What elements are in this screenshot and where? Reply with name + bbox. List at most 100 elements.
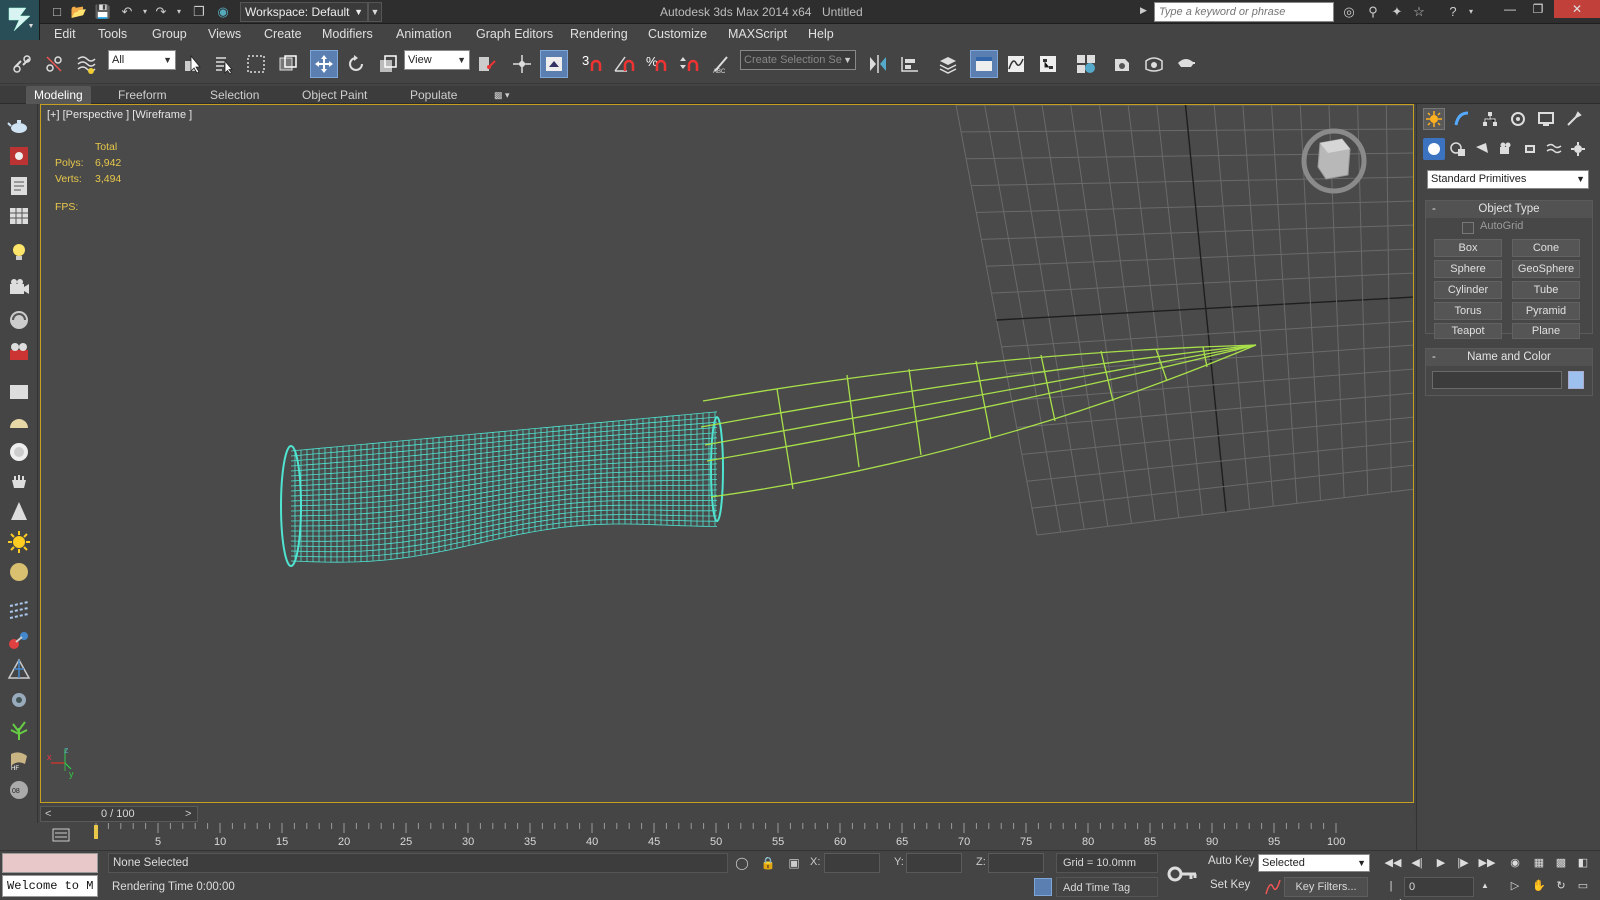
object-color-swatch[interactable] (1568, 371, 1584, 389)
track-bar[interactable]: 5 10 15 20 25 30 35 40 45 50 55 60 65 70 75 80 85 90 95 100 (0, 823, 1416, 850)
torus-button[interactable]: Torus (1434, 302, 1502, 320)
previous-frame-button[interactable]: < (45, 808, 51, 820)
favorites-star-icon[interactable]: ☆ (1410, 3, 1428, 21)
frame-spinner-icon[interactable]: ▲▼ (1476, 877, 1494, 900)
cone-button[interactable]: Cone (1512, 239, 1580, 257)
cylinder-button[interactable]: Cylinder (1434, 281, 1502, 299)
key-mode-dropdown[interactable]: Selected ▼ (1258, 854, 1370, 872)
viewcube-icon[interactable] (1301, 128, 1367, 194)
sun-icon[interactable] (7, 530, 31, 554)
maximize-toggle-icon[interactable]: ▭ (1574, 877, 1592, 895)
minimize-button[interactable]: — (1496, 0, 1524, 18)
open-file-icon[interactable]: 📂 (70, 3, 88, 21)
systems-category-icon[interactable] (1567, 138, 1589, 160)
camera-icon[interactable] (7, 276, 31, 300)
hair-fur-icon[interactable]: HF (7, 748, 31, 772)
snaps-toggle-icon[interactable]: 3 (578, 50, 606, 78)
sphere-primitive-icon[interactable] (7, 440, 31, 464)
absolute-relative-mode-icon[interactable]: ▣ (786, 855, 802, 871)
spinner-snap-icon[interactable] (674, 50, 702, 78)
name-and-color-rollout-header[interactable]: - Name and Color (1426, 349, 1592, 366)
set-key-button[interactable]: Set Key (1210, 879, 1250, 891)
zoom-extents-icon[interactable]: ▩ (1552, 854, 1570, 872)
workspace-icon[interactable]: ◉ (214, 3, 232, 21)
space-warps-category-icon[interactable] (1543, 138, 1565, 160)
create-panel-icon[interactable] (1423, 108, 1445, 130)
render-setup-icon[interactable] (1108, 50, 1136, 78)
named-selection-dropdown[interactable]: Create Selection Se ▼ (740, 50, 856, 70)
current-frame-field[interactable]: 0 (1404, 877, 1474, 897)
reference-coordinate-dropdown[interactable]: View ▼ (404, 50, 470, 70)
set-keys-key-icon[interactable] (1166, 857, 1200, 891)
help-icon[interactable]: ? (1444, 3, 1462, 21)
quick-access-customize-button[interactable]: ▼ (368, 2, 382, 22)
subscription-center-icon[interactable]: ⚲ (1364, 3, 1382, 21)
redo-dropdown-icon[interactable]: ▾ (170, 3, 188, 21)
application-menu-button[interactable] (0, 0, 40, 40)
plane-button[interactable]: Plane (1512, 323, 1580, 339)
angle-snap-icon[interactable] (610, 50, 638, 78)
helper-grid-icon[interactable] (7, 658, 31, 682)
manipulate-icon[interactable] (508, 50, 536, 78)
communication-center-icon[interactable]: ✦ (1388, 3, 1406, 21)
particle-flow-icon[interactable] (7, 598, 31, 622)
table-icon[interactable] (7, 204, 31, 228)
select-and-scale-icon[interactable] (374, 50, 402, 78)
maximize-viewport-icon[interactable]: ◧ (1574, 854, 1592, 872)
next-frame-button[interactable]: > (185, 808, 191, 820)
viewport-label-menu[interactable]: [+] [Perspective ] [Wireframe ] (47, 109, 192, 121)
scatter-icon[interactable]: 08 (7, 778, 31, 802)
key-mode-toggle-icon[interactable]: |◀▶| (1382, 877, 1402, 900)
selection-lock-icon[interactable]: 🔒 (760, 855, 776, 871)
menu-group[interactable]: Group (152, 27, 187, 41)
default-in-out-tangent-icon[interactable] (1264, 878, 1282, 896)
pyramid-button[interactable]: Pyramid (1512, 302, 1580, 320)
sphere-button[interactable]: Sphere (1434, 260, 1502, 278)
help-dropdown-icon[interactable]: ▾ (1462, 3, 1480, 21)
select-object-icon[interactable] (178, 50, 206, 78)
binoculars-icon[interactable]: ◎ (1340, 3, 1358, 21)
key-filters-button[interactable]: Key Filters... (1284, 877, 1368, 897)
shapes-category-icon[interactable] (1447, 138, 1469, 160)
tab-freeform[interactable]: Freeform (110, 86, 175, 104)
close-button[interactable]: ✕ (1554, 0, 1600, 18)
bind-to-space-warp-icon[interactable] (72, 50, 100, 78)
go-to-end-icon[interactable]: ▶▶ (1478, 854, 1496, 872)
autogrid-checkbox[interactable] (1462, 222, 1474, 234)
mirror-icon[interactable] (864, 50, 892, 78)
isolate-selection-icon[interactable]: ◯ (734, 855, 750, 871)
add-time-tag-button[interactable]: Add Time Tag (1056, 877, 1158, 897)
display-panel-icon[interactable] (1535, 108, 1557, 130)
redo-icon[interactable]: ↷ (152, 3, 170, 21)
menu-edit[interactable]: Edit (54, 27, 76, 41)
menu-rendering[interactable]: Rendering (570, 27, 628, 41)
knife-blade-mesh[interactable] (700, 344, 1257, 498)
ribbon-toggle-icon[interactable] (970, 50, 998, 78)
select-by-name-icon[interactable] (210, 50, 238, 78)
undo-icon[interactable]: ↶ (118, 3, 136, 21)
time-slider[interactable]: < 0 / 100 > (40, 805, 1414, 823)
menu-views[interactable]: Views (208, 27, 241, 41)
zoom-extents-all-icon[interactable]: ◉ (1506, 854, 1524, 872)
track-ruler[interactable]: 5 10 15 20 25 30 35 40 45 50 55 60 65 70 75 80 85 90 95 100 (94, 823, 1366, 850)
previous-key-icon[interactable]: ◀| (1408, 854, 1426, 872)
lights-category-icon[interactable] (1471, 138, 1493, 160)
perspective-viewport[interactable]: z x y [+] [Perspective ] [Wireframe ] To… (40, 104, 1414, 803)
schematic-view-icon[interactable] (1034, 50, 1062, 78)
select-and-move-icon[interactable] (310, 50, 338, 78)
play-icon[interactable]: ▶ (1432, 854, 1450, 872)
select-and-rotate-icon[interactable] (342, 50, 370, 78)
menu-modifiers[interactable]: Modifiers (322, 27, 373, 41)
teapot-button[interactable]: Teapot (1434, 323, 1502, 339)
pan-view-icon[interactable]: ✋ (1530, 877, 1548, 895)
ribbon-options-icon[interactable]: ▩ ▾ (486, 86, 518, 104)
object-category-dropdown[interactable]: Standard Primitives ▼ (1427, 170, 1589, 189)
zoom-all-icon[interactable]: ▦ (1530, 854, 1548, 872)
tab-modeling[interactable]: Modeling (26, 86, 91, 104)
box-primitive-icon[interactable] (7, 380, 31, 404)
object-type-rollout-header[interactable]: - Object Type (1426, 201, 1592, 218)
box-button[interactable]: Box (1434, 239, 1502, 257)
field-of-view-icon[interactable]: ▷ (1506, 877, 1524, 895)
maximize-button[interactable]: ❐ (1524, 0, 1552, 18)
hemisphere-icon[interactable] (7, 410, 31, 434)
